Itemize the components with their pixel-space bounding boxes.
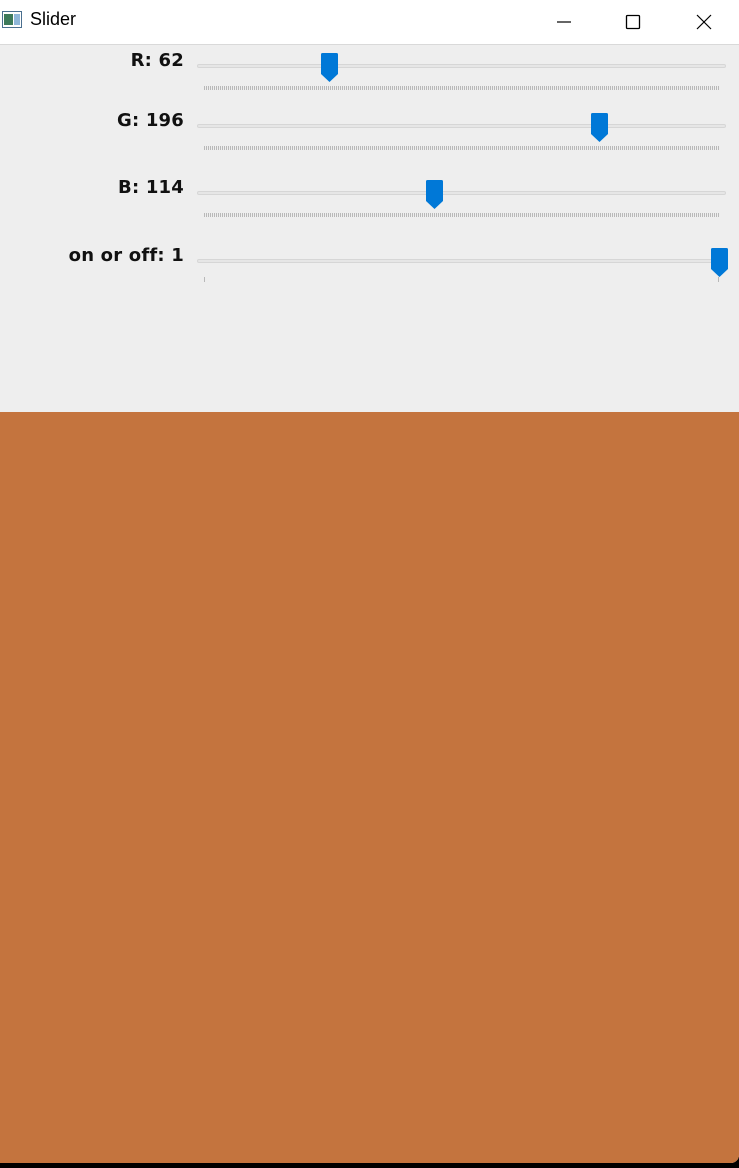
slider-label-r: R: 62 — [130, 50, 184, 71]
slider-thumb-r[interactable] — [320, 53, 338, 82]
slider-thumb-b[interactable] — [425, 180, 443, 209]
color-preview — [0, 412, 739, 1163]
close-button[interactable] — [669, 0, 739, 44]
slider-track-r[interactable] — [197, 64, 726, 68]
slider-ticks-switch — [204, 277, 719, 282]
slider-row-switch: on or off: 1 — [0, 242, 739, 282]
trackbar-panel: R: 62 G: 196 B: 114 on or off: 1 — [0, 45, 739, 412]
app-icon — [2, 11, 22, 28]
slider-window: Slider R: 62 G: 196 B: 114 on or off: 1 — [0, 0, 739, 1163]
slider-row-r: R: 62 — [0, 47, 739, 90]
slider-row-g: G: 196 — [0, 107, 739, 150]
title-bar[interactable]: Slider — [0, 0, 739, 45]
minimize-icon — [557, 21, 571, 23]
slider-thumb-switch[interactable] — [710, 248, 728, 277]
slider-row-b: B: 114 — [0, 174, 739, 217]
maximize-icon — [625, 14, 641, 30]
slider-thumb-g[interactable] — [591, 113, 609, 142]
slider-ticks-g — [204, 146, 719, 150]
slider-label-g: G: 196 — [116, 110, 184, 131]
slider-ticks-b — [204, 213, 719, 217]
slider-track-b[interactable] — [197, 191, 726, 195]
minimize-button[interactable] — [529, 0, 599, 44]
maximize-button[interactable] — [598, 0, 668, 44]
slider-label-b: B: 114 — [118, 177, 184, 198]
slider-track-switch[interactable] — [197, 259, 726, 263]
window-title: Slider — [30, 9, 77, 29]
slider-ticks-r — [204, 86, 719, 90]
slider-track-g[interactable] — [197, 124, 726, 128]
slider-label-switch: on or off: 1 — [68, 245, 184, 266]
close-icon — [696, 14, 712, 30]
